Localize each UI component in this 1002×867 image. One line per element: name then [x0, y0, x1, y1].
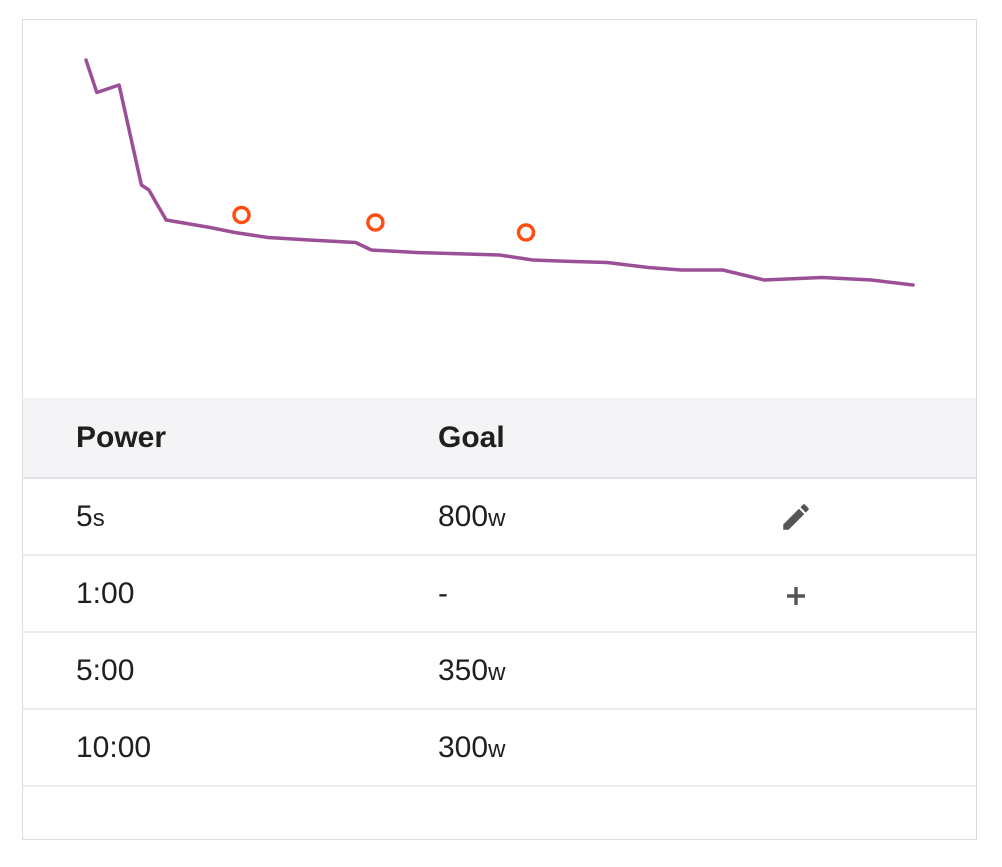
- goal-cell: 800w: [438, 479, 505, 554]
- duration-value: 5: [76, 500, 93, 533]
- table-row-5min: 5:00 350w: [23, 633, 976, 710]
- goal-unit: w: [488, 505, 506, 532]
- duration-cell: 1:00: [76, 556, 134, 631]
- duration-value: 1:00: [76, 577, 135, 610]
- power-curve-line: [84, 58, 915, 287]
- goal-value: -: [438, 577, 448, 610]
- column-header-power: Power: [76, 421, 167, 454]
- duration-value: 10:00: [76, 731, 152, 764]
- goal-cell: 350w: [438, 633, 505, 708]
- pencil-icon: [783, 504, 809, 530]
- table-row-1min: 1:00 -: [23, 556, 976, 633]
- table-row-5s: 5s 800w: [23, 479, 976, 556]
- duration-cell: 5:00: [76, 633, 134, 708]
- add-goal-button[interactable]: [778, 578, 814, 614]
- power-curve-chart: [23, 20, 976, 398]
- goal-marker-2: [366, 213, 385, 232]
- goal-cell: -: [438, 556, 448, 631]
- edit-goal-button[interactable]: [778, 499, 814, 535]
- power-goals-card: Power Goal 5s 800w 1:00 - 5:00 350w 10:0…: [22, 19, 977, 840]
- goal-value: 300: [438, 731, 489, 764]
- goal-unit: w: [488, 659, 506, 686]
- power-curve-svg: [84, 58, 915, 287]
- goal-cell: 300w: [438, 710, 505, 785]
- goal-value: 350: [438, 654, 489, 687]
- table-header: Power Goal: [23, 398, 976, 479]
- table-row-10min: 10:00 300w: [23, 710, 976, 787]
- duration-unit: s: [92, 505, 105, 532]
- goal-unit: w: [488, 736, 506, 763]
- duration-cell: 10:00: [76, 710, 151, 785]
- duration-cell: 5s: [76, 479, 105, 554]
- column-header-goal: Goal: [438, 421, 505, 454]
- goal-marker-3: [516, 223, 536, 242]
- plus-icon: [787, 587, 805, 605]
- goal-value: 800: [438, 500, 489, 533]
- goal-marker-1: [232, 205, 251, 225]
- duration-value: 5:00: [76, 654, 135, 687]
